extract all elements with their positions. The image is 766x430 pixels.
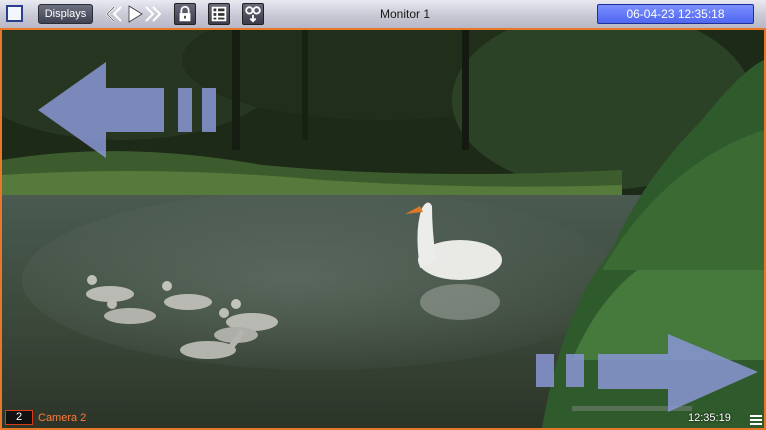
displays-button[interactable]: Displays bbox=[38, 4, 93, 24]
camera-number-badge[interactable]: 2 bbox=[5, 410, 33, 425]
square-select-icon[interactable] bbox=[6, 5, 23, 22]
toolbar: Displays Monitor 1 06-04-23 12:35:18 bbox=[0, 0, 766, 29]
right-arrow-icon[interactable] bbox=[536, 334, 758, 416]
clock-display: 06-04-23 12:35:18 bbox=[597, 4, 754, 24]
camera-name-label: Camera 2 bbox=[38, 412, 87, 424]
left-arrow-icon[interactable] bbox=[38, 62, 220, 158]
camera-view[interactable]: 2 Camera 2 12:35:19 bbox=[0, 28, 766, 430]
camera-time-label: 12:35:19 bbox=[688, 412, 731, 424]
monitor-title: Monitor 1 bbox=[379, 7, 431, 21]
list-icon[interactable] bbox=[208, 3, 230, 25]
rewind-icon[interactable] bbox=[103, 3, 125, 25]
fast-forward-icon[interactable] bbox=[142, 3, 164, 25]
tape-download-icon[interactable] bbox=[242, 3, 264, 25]
menu-icon[interactable] bbox=[750, 415, 762, 425]
lock-icon[interactable] bbox=[174, 3, 196, 25]
